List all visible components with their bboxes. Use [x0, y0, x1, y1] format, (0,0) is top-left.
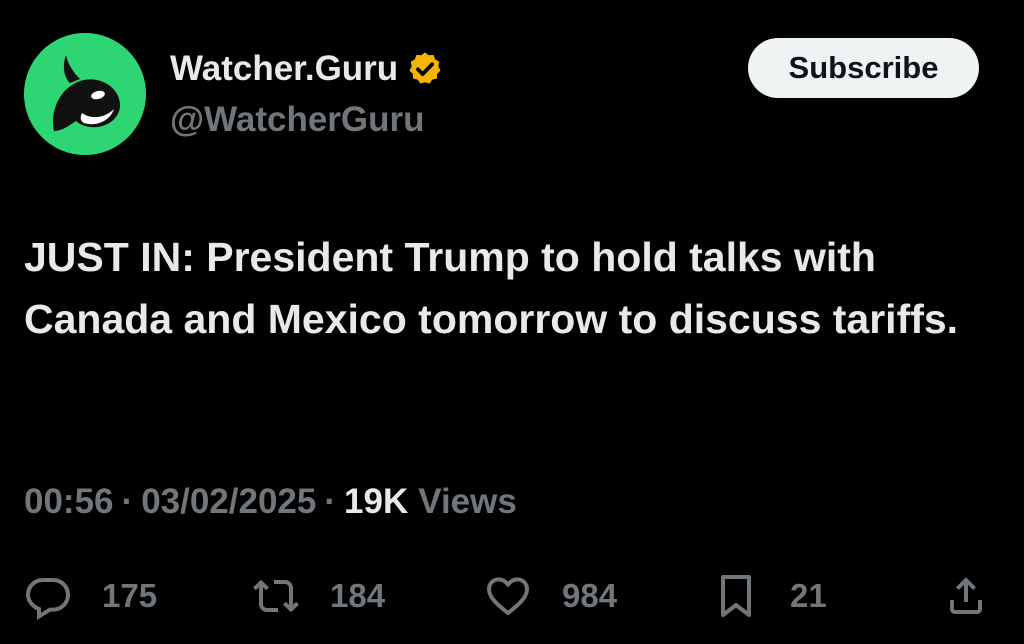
reply-count: 175	[102, 577, 158, 614]
verified-badge-icon	[409, 52, 441, 84]
bookmark-button[interactable]: 21	[712, 568, 827, 624]
orca-whale-logo-icon	[24, 33, 146, 155]
tweet-date[interactable]: 03/02/2025	[141, 482, 316, 522]
repost-button[interactable]: 184	[252, 568, 385, 624]
author-name-row[interactable]: Watcher.Guru	[170, 46, 444, 92]
reply-button[interactable]: 175	[24, 568, 157, 624]
tweet-time[interactable]: 00:56	[24, 482, 114, 522]
avatar[interactable]	[24, 33, 146, 155]
tweet-text: JUST IN: President Trump to hold talks w…	[24, 234, 959, 342]
bookmark-icon	[721, 575, 751, 617]
author-display-name[interactable]: Watcher.Guru	[170, 49, 398, 89]
heart-icon	[487, 577, 529, 615]
tweet-card: Watcher.Guru @WatcherGuru Subscribe JUST…	[0, 0, 1024, 644]
tweet-meta: 00:56 · 03/02/2025 · 19K Views	[24, 482, 517, 522]
bookmark-count: 21	[790, 577, 827, 614]
subscribe-button[interactable]: Subscribe	[748, 38, 979, 98]
views-label: Views	[418, 482, 517, 521]
action-bar: 175 184 984 21	[24, 568, 1000, 624]
like-button[interactable]: 984	[484, 568, 617, 624]
share-button[interactable]	[942, 568, 990, 624]
repost-count: 184	[330, 577, 386, 614]
repost-icon	[253, 579, 299, 613]
author-handle[interactable]: @WatcherGuru	[170, 100, 425, 140]
reply-icon	[25, 578, 71, 620]
views-count: 19K	[344, 482, 409, 521]
meta-separator: ·	[121, 482, 134, 521]
share-icon	[950, 577, 982, 614]
like-count: 984	[562, 577, 618, 614]
meta-separator: ·	[324, 482, 337, 521]
